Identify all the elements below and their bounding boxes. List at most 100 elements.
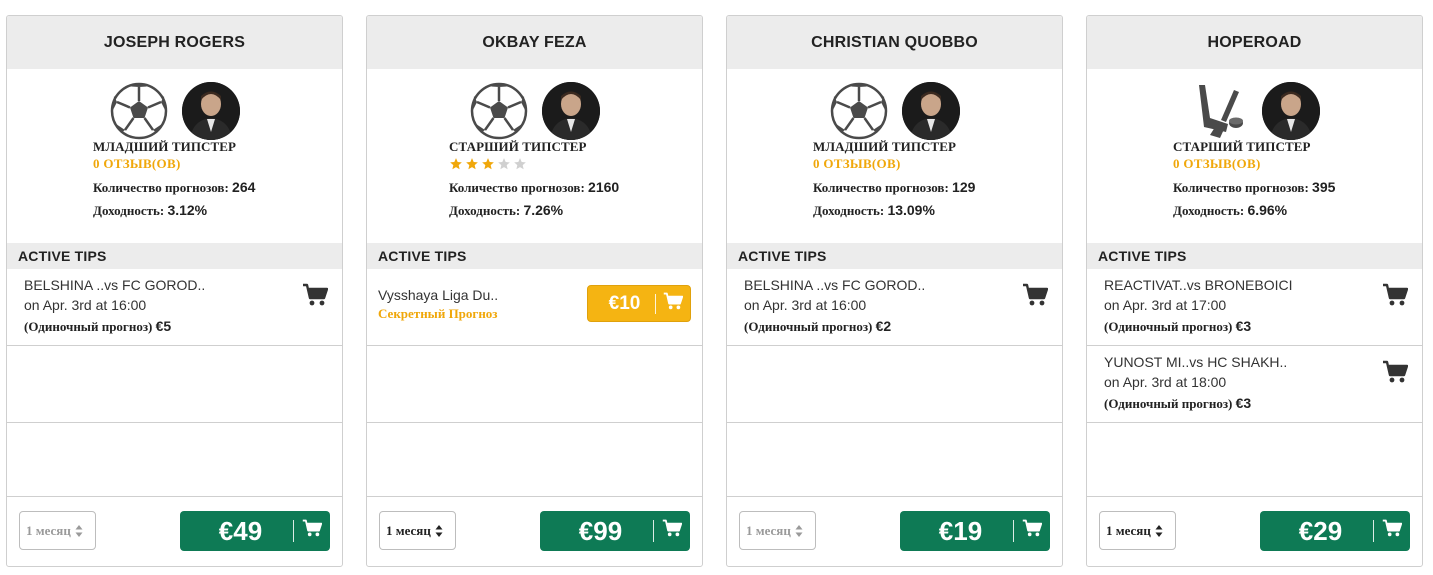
star-filled-icon xyxy=(481,157,495,171)
reviews-link[interactable]: 0 ОТЗЫВ(ОВ) xyxy=(93,155,255,173)
card-footer: 1 месяц €99 xyxy=(367,496,702,566)
forecasts-label: Количество прогнозов: xyxy=(93,180,229,195)
subscription-price: €99 xyxy=(578,515,623,546)
tip-match: REACTIVAT..vs BRONEBOICI xyxy=(1104,277,1293,293)
tip-date: on Apr. 3rd at 17:00 xyxy=(1104,297,1227,313)
active-tips-heading: ACTIVE TIPS xyxy=(7,243,342,269)
tipster-level: МЛАДШИЙ ТИПСТЕР xyxy=(93,139,237,154)
tip-type-label: (Одиночный прогноз) xyxy=(24,319,153,334)
tipster-card: OKBAY FEZA СТАРШИЙ ТИПСТЕР Количество пр… xyxy=(366,15,703,567)
tip-row: REACTIVAT..vs BRONEBOICI on Apr. 3rd at … xyxy=(1087,269,1422,346)
yield-label: Доходность: xyxy=(1173,203,1245,218)
tip-date: on Apr. 3rd at 16:00 xyxy=(24,297,147,313)
cart-icon xyxy=(1382,360,1409,387)
period-select[interactable]: 1 месяц xyxy=(739,511,816,550)
cart-icon xyxy=(302,283,329,310)
yield: Доходность: 13.09% xyxy=(813,199,975,222)
tipster-profile: МЛАДШИЙ ТИПСТЕР 0 ОТЗЫВ(ОВ) Количество п… xyxy=(7,69,342,243)
add-to-cart-button[interactable] xyxy=(302,283,329,310)
card-footer: 1 месяц €29 xyxy=(1087,496,1422,566)
soccer-ball-icon xyxy=(830,82,888,140)
forecasts-value: 2160 xyxy=(588,179,620,195)
forecasts-count: Количество прогнозов: 395 xyxy=(1173,176,1335,199)
forecasts-count: Количество прогнозов: 129 xyxy=(813,176,975,199)
yield-value: 13.09% xyxy=(887,202,935,218)
buy-secret-tip-button[interactable]: €10 xyxy=(587,285,691,322)
tip-type-label: (Одиночный прогноз) xyxy=(1104,319,1233,334)
soccer-ball-icon xyxy=(470,82,528,140)
forecasts-label: Количество прогнозов: xyxy=(1173,180,1309,195)
rating-stars xyxy=(449,155,619,173)
add-to-cart-button[interactable] xyxy=(1382,283,1409,307)
avatar[interactable] xyxy=(541,82,600,140)
period-select[interactable]: 1 месяц xyxy=(19,511,96,550)
buy-subscription-button[interactable]: €19 xyxy=(900,511,1050,551)
star-empty-icon xyxy=(513,157,527,171)
tip-match: YUNOST MI..vs HC SHAKH.. xyxy=(1104,354,1288,370)
tipster-level: СТАРШИЙ ТИПСТЕР xyxy=(449,139,587,154)
tip-type: (Одиночный прогноз) €2 xyxy=(744,315,1062,338)
tip-match: BELSHINA ..vs FC GOROD.. xyxy=(24,277,206,293)
tip-type: (Одиночный прогноз) €3 xyxy=(1104,315,1422,338)
yield-label: Доходность: xyxy=(449,203,521,218)
subscription-price: €49 xyxy=(218,515,263,546)
reviews-link[interactable]: 0 ОТЗЫВ(ОВ) xyxy=(813,155,975,173)
tip-type-label: (Одиночный прогноз) xyxy=(1104,396,1233,411)
tip-type-label: (Одиночный прогноз) xyxy=(744,319,873,334)
star-filled-icon xyxy=(465,157,479,171)
sort-arrows-icon xyxy=(1155,524,1163,538)
forecasts-value: 129 xyxy=(952,179,976,195)
tip-price: €5 xyxy=(155,318,172,334)
yield-label: Доходность: xyxy=(813,203,885,218)
yield-value: 7.26% xyxy=(523,202,564,218)
subscription-price: €19 xyxy=(938,515,983,546)
period-value: 1 месяц xyxy=(1106,522,1151,538)
yield-value: 6.96% xyxy=(1247,202,1288,218)
tipster-level: СТАРШИЙ ТИПСТЕР xyxy=(1173,139,1311,154)
forecasts-value: 264 xyxy=(232,179,256,195)
add-to-cart-button[interactable] xyxy=(1022,283,1049,310)
period-select[interactable]: 1 месяц xyxy=(1099,511,1176,550)
tip-date: on Apr. 3rd at 18:00 xyxy=(1104,374,1227,390)
sort-arrows-icon xyxy=(795,524,803,538)
star-empty-icon xyxy=(497,157,511,171)
avatar[interactable] xyxy=(901,82,960,140)
avatar[interactable] xyxy=(1261,82,1320,140)
cart-icon xyxy=(662,519,683,542)
subscription-price: €29 xyxy=(1298,515,1343,546)
cart-icon xyxy=(1022,283,1049,310)
soccer-ball-icon xyxy=(110,82,168,140)
yield: Доходность: 6.96% xyxy=(1173,199,1335,222)
tipster-name: HOPEROAD xyxy=(1087,16,1422,69)
cart-icon xyxy=(663,292,684,315)
add-to-cart-button[interactable] xyxy=(1382,360,1409,387)
forecasts-value: 395 xyxy=(1312,179,1336,195)
tipster-level: МЛАДШИЙ ТИПСТЕР xyxy=(813,139,957,154)
tipster-profile: СТАРШИЙ ТИПСТЕР 0 ОТЗЫВ(ОВ) Количество п… xyxy=(1087,69,1422,243)
reviews-link[interactable]: 0 ОТЗЫВ(ОВ) xyxy=(1173,155,1335,173)
tip-type: (Одиночный прогноз) €5 xyxy=(24,315,342,338)
buy-subscription-button[interactable]: €29 xyxy=(1260,511,1410,551)
tipster-name: JOSEPH ROGERS xyxy=(7,16,342,69)
tip-match: BELSHINA ..vs FC GOROD.. xyxy=(744,277,926,293)
sort-arrows-icon xyxy=(75,524,83,538)
tip-row-empty xyxy=(367,346,702,423)
cart-icon xyxy=(1022,519,1043,542)
tip-row: BELSHINA ..vs FC GOROD.. on Apr. 3rd at … xyxy=(727,269,1062,346)
period-value: 1 месяц xyxy=(746,522,791,538)
tipster-profile: МЛАДШИЙ ТИПСТЕР 0 ОТЗЫВ(ОВ) Количество п… xyxy=(727,69,1062,243)
tipster-profile: СТАРШИЙ ТИПСТЕР Количество прогнозов: 21… xyxy=(367,69,702,243)
buy-subscription-button[interactable]: €99 xyxy=(540,511,690,551)
avatar[interactable] xyxy=(181,82,240,140)
tip-row-empty xyxy=(7,346,342,423)
tip-date: on Apr. 3rd at 16:00 xyxy=(744,297,867,313)
sort-arrows-icon xyxy=(435,524,443,538)
forecasts-label: Количество прогнозов: xyxy=(449,180,585,195)
tip-row: Vysshaya Liga Du.. Секретный Прогноз €10 xyxy=(367,269,702,346)
buy-subscription-button[interactable]: €49 xyxy=(180,511,330,551)
active-tips-heading: ACTIVE TIPS xyxy=(1087,243,1422,269)
period-select[interactable]: 1 месяц xyxy=(379,511,456,550)
tip-row-empty xyxy=(727,346,1062,423)
star-filled-icon xyxy=(449,157,463,171)
tip-type: (Одиночный прогноз) €3 xyxy=(1104,392,1422,415)
